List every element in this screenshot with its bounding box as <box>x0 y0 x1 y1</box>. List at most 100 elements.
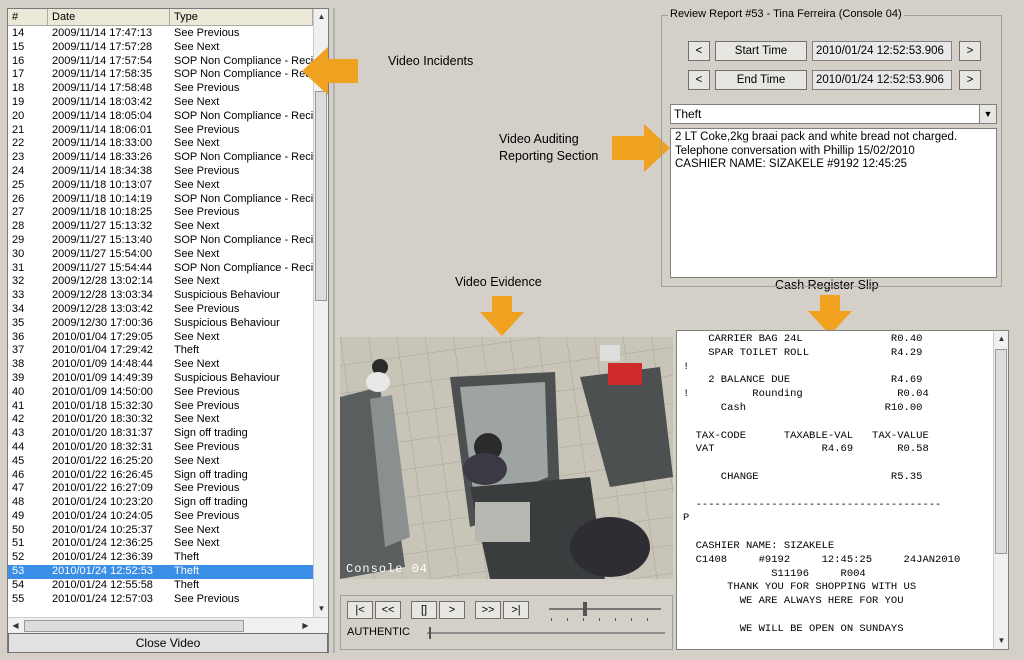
row-type: See Next <box>174 523 220 536</box>
list-item[interactable]: 24 2009/11/14 18:34:38 See Previous <box>8 165 313 179</box>
list-item[interactable]: 48 2010/01/24 10:23:20 Sign off trading <box>8 496 313 510</box>
row-type: Suspicious Behaviour <box>174 371 280 384</box>
list-item[interactable]: 50 2010/01/24 10:25:37 See Next <box>8 524 313 538</box>
list-item[interactable]: 41 2010/01/18 15:32:30 See Previous <box>8 400 313 414</box>
list-item[interactable]: 53 2010/01/24 12:52:53 Theft <box>8 565 313 579</box>
panel-divider[interactable] <box>333 8 335 653</box>
start-time-button[interactable]: Start Time <box>715 41 807 61</box>
video-evidence-view[interactable]: Console 04 <box>340 337 673 579</box>
scroll-thumb[interactable] <box>315 91 327 301</box>
row-number: 20 <box>12 109 25 122</box>
start-time-field[interactable]: 2010/01/24 12:52:53.906 <box>812 41 952 61</box>
row-type: Sign off trading <box>174 427 248 440</box>
list-item[interactable]: 42 2010/01/20 18:30:32 See Next <box>8 413 313 427</box>
list-vertical-scrollbar[interactable]: ▲ ▼ <box>313 9 328 617</box>
end-time-button[interactable]: End Time <box>715 70 807 90</box>
list-item[interactable]: 23 2009/11/14 18:33:26 SOP Non Compliance … <box>8 151 313 165</box>
row-number: 24 <box>12 164 25 177</box>
row-type: SOP Non Compliance - Recie <box>174 261 313 274</box>
list-horizontal-scrollbar[interactable]: ◀ ▶ <box>8 617 328 633</box>
header-number[interactable]: # <box>8 9 48 26</box>
list-item[interactable]: 54 2010/01/24 12:55:58 Theft <box>8 579 313 593</box>
list-item[interactable]: 31 2009/11/27 15:54:44 SOP Non Compliance … <box>8 262 313 276</box>
rewind-button[interactable]: << <box>375 601 401 619</box>
row-date: 2010/01/24 12:55:58 <box>52 578 153 591</box>
list-item[interactable]: 47 2010/01/22 16:27:09 See Previous <box>8 482 313 496</box>
list-item[interactable]: 32 2009/12/28 13:02:14 See Next <box>8 275 313 289</box>
list-item[interactable]: 52 2010/01/24 12:36:39 Theft <box>8 551 313 565</box>
speed-slider[interactable] <box>545 600 665 622</box>
list-item[interactable]: 37 2010/01/04 17:29:42 Theft <box>8 344 313 358</box>
list-item[interactable]: 17 2009/11/14 17:58:35 SOP Non Compliance … <box>8 68 313 82</box>
incident-type-select[interactable]: Theft ▼ <box>670 104 997 124</box>
list-item[interactable]: 26 2009/11/18 10:14:19 SOP Non Compliance … <box>8 193 313 207</box>
list-item[interactable]: 21 2009/11/14 18:06:01 See Previous <box>8 124 313 138</box>
slip-scroll-thumb[interactable] <box>995 349 1007 554</box>
close-video-button[interactable]: Close Video <box>8 633 328 653</box>
start-time-next-button[interactable]: > <box>959 41 981 61</box>
end-time-next-button[interactable]: > <box>959 70 981 90</box>
timeline-slider[interactable] <box>425 626 667 640</box>
row-date: 2010/01/18 15:32:30 <box>52 399 153 412</box>
list-item[interactable]: 33 2009/12/28 13:03:34 Suspicious Behaviou… <box>8 289 313 303</box>
list-item[interactable]: 38 2010/01/09 14:48:44 See Next <box>8 358 313 372</box>
end-time-prev-button[interactable]: < <box>688 70 710 90</box>
row-type: See Previous <box>174 440 240 453</box>
list-item[interactable]: 29 2009/11/27 15:13:40 SOP Non Compliance … <box>8 234 313 248</box>
row-number: 25 <box>12 178 25 191</box>
list-item[interactable]: 25 2009/11/18 10:13:07 See Next <box>8 179 313 193</box>
row-type: See Next <box>174 413 220 426</box>
header-type[interactable]: Type <box>170 9 313 26</box>
scroll-right-icon[interactable]: ▶ <box>298 618 313 633</box>
slip-scrollbar[interactable]: ▲ ▼ <box>993 331 1008 649</box>
list-item[interactable]: 45 2010/01/22 16:25:20 See Next <box>8 455 313 469</box>
list-item[interactable]: 28 2009/11/27 15:13:32 See Next <box>8 220 313 234</box>
list-item[interactable]: 15 2009/11/14 17:57:28 See Next <box>8 41 313 55</box>
list-item[interactable]: 36 2010/01/04 17:29:05 See Next <box>8 331 313 345</box>
list-item[interactable]: 40 2010/01/09 14:50:00 See Previous <box>8 386 313 400</box>
list-item[interactable]: 51 2010/01/24 12:36:25 See Next <box>8 537 313 551</box>
list-item[interactable]: 22 2009/11/14 18:33:00 See Next <box>8 137 313 151</box>
row-date: 2010/01/20 18:30:32 <box>52 413 153 426</box>
list-item[interactable]: 16 2009/11/14 17:57:54 SOP Non Compliance … <box>8 55 313 69</box>
list-item[interactable]: 30 2009/11/27 15:54:00 See Next <box>8 248 313 262</box>
hscroll-thumb[interactable] <box>24 620 244 632</box>
fast-forward-button[interactable]: >> <box>475 601 501 619</box>
scroll-down-icon[interactable]: ▼ <box>994 633 1008 648</box>
list-item[interactable]: 39 2010/01/09 14:49:39 Suspicious Behaviou… <box>8 372 313 386</box>
scroll-up-icon[interactable]: ▲ <box>314 9 329 24</box>
list-item[interactable]: 14 2009/11/14 17:47:13 See Previous <box>8 27 313 41</box>
report-notes-textarea[interactable]: 2 LT Coke,2kg braai pack and white bread… <box>670 128 997 278</box>
play-button[interactable]: > <box>439 601 465 619</box>
header-date[interactable]: Date <box>48 9 170 26</box>
row-number: 31 <box>12 261 25 274</box>
skip-to-start-button[interactable]: |< <box>347 601 373 619</box>
row-type: See Previous <box>174 206 240 219</box>
row-date: 2009/11/14 18:06:01 <box>52 123 153 136</box>
list-item[interactable]: 43 2010/01/20 18:31:37 Sign off trading <box>8 427 313 441</box>
row-number: 27 <box>12 206 25 219</box>
scroll-up-icon[interactable]: ▲ <box>994 331 1008 346</box>
row-number: 22 <box>12 137 25 150</box>
pause-button[interactable]: [] <box>411 601 437 619</box>
list-item[interactable]: 44 2010/01/20 18:32:31 See Previous <box>8 441 313 455</box>
scroll-left-icon[interactable]: ◀ <box>8 618 23 633</box>
row-date: 2009/11/14 18:33:26 <box>52 151 153 164</box>
list-item[interactable]: 18 2009/11/14 17:58:48 See Previous <box>8 82 313 96</box>
list-header: # Date Type <box>8 9 313 26</box>
list-item[interactable]: 20 2009/11/14 18:05:04 SOP Non Compliance … <box>8 110 313 124</box>
list-item[interactable]: 27 2009/11/18 10:18:25 See Previous <box>8 206 313 220</box>
list-item[interactable]: 34 2009/12/28 13:03:42 See Previous <box>8 303 313 317</box>
list-item[interactable]: 35 2009/12/30 17:00:36 Suspicious Behaviou… <box>8 317 313 331</box>
skip-to-end-button[interactable]: >| <box>503 601 529 619</box>
list-item[interactable]: 46 2010/01/22 16:26:45 Sign off trading <box>8 469 313 483</box>
start-time-prev-button[interactable]: < <box>688 41 710 61</box>
end-time-field[interactable]: 2010/01/24 12:52:53.906 <box>812 70 952 90</box>
list-item[interactable]: 49 2010/01/24 10:24:05 See Previous <box>8 510 313 524</box>
row-date: 2009/11/14 18:34:38 <box>52 164 153 177</box>
scroll-down-icon[interactable]: ▼ <box>314 601 329 616</box>
chevron-down-icon[interactable]: ▼ <box>979 105 996 123</box>
row-date: 2009/11/27 15:13:32 <box>52 220 153 233</box>
list-item[interactable]: 55 2010/01/24 12:57:03 See Previous <box>8 593 313 607</box>
list-item[interactable]: 19 2009/11/14 18:03:42 See Next <box>8 96 313 110</box>
